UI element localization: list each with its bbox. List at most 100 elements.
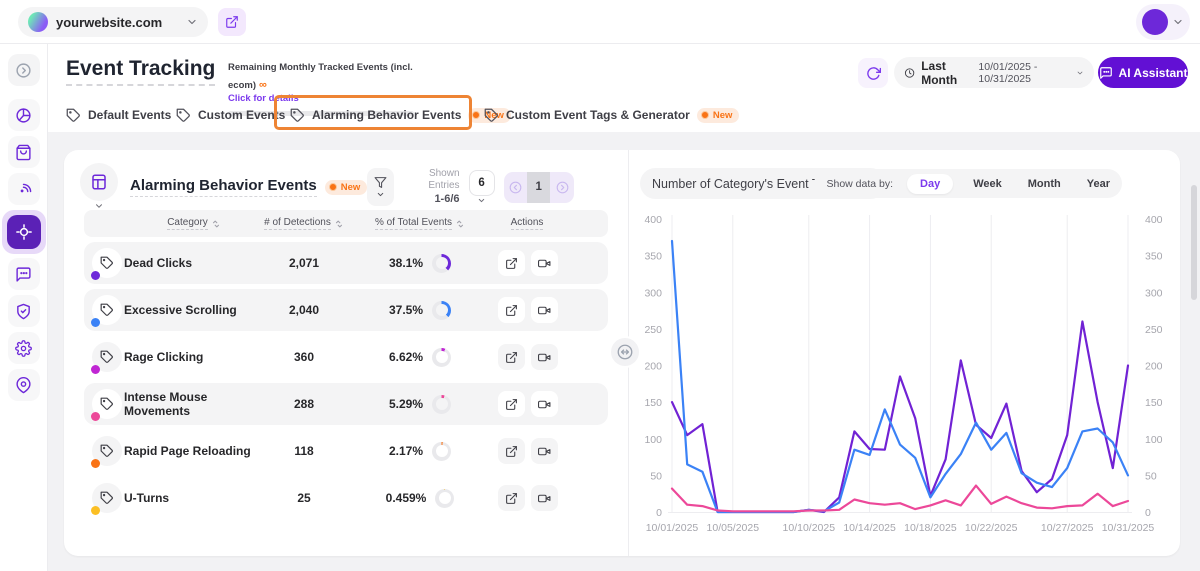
open-detections-button[interactable] <box>498 250 525 276</box>
percent-donut <box>432 395 451 414</box>
table-row[interactable]: Excessive Scrolling 2,040 37.5% <box>84 289 608 331</box>
open-site-button[interactable] <box>218 8 246 36</box>
category-name: U-Turns <box>124 491 264 505</box>
watch-recordings-button[interactable] <box>531 344 558 370</box>
y-tick-right: 250 <box>1145 324 1163 336</box>
column-percent[interactable]: % of Total Events <box>344 217 496 230</box>
panel-toggle-icon <box>15 62 32 79</box>
arrow-left-icon <box>508 180 523 195</box>
date-range-picker[interactable]: Last Month 10/01/2025 - 10/31/2025 <box>894 57 1094 88</box>
external-link-icon <box>225 15 239 29</box>
prev-page-button[interactable] <box>504 172 528 203</box>
column-category[interactable]: Category <box>124 217 264 230</box>
x-tick: 10/05/2025 <box>707 522 760 534</box>
open-detections-button[interactable] <box>498 344 525 370</box>
tab-label: Custom Event Tags & Generator <box>506 108 690 122</box>
page-size-value: 6 <box>469 170 495 196</box>
category-color-dot <box>91 271 100 280</box>
page-size-select[interactable]: 6 <box>469 170 495 205</box>
y-tick-right: 350 <box>1145 251 1163 263</box>
percent-value: 37.5% <box>389 303 423 317</box>
y-tick-left: 50 <box>650 470 662 482</box>
badge-dot-icon <box>329 183 337 191</box>
tab-custom-events[interactable]: Custom Events <box>176 99 285 131</box>
sidebar-item-privacy[interactable] <box>8 295 40 327</box>
site-selector[interactable]: yourwebsite.com <box>18 7 208 37</box>
current-page[interactable]: 1 <box>527 172 550 203</box>
next-page-button[interactable] <box>550 172 574 203</box>
granularity-year[interactable]: Year <box>1081 174 1116 194</box>
sidebar-item-panel-toggle[interactable] <box>8 54 40 86</box>
refresh-button[interactable] <box>858 58 888 88</box>
percent-donut <box>432 301 451 320</box>
watch-recordings-button[interactable] <box>531 438 558 464</box>
sidebar-item-commerce[interactable] <box>8 136 40 168</box>
account-menu[interactable] <box>1136 4 1190 40</box>
new-badge: New <box>325 180 368 195</box>
watch-recordings-button[interactable] <box>531 391 558 417</box>
x-tick: 10/27/2025 <box>1041 522 1094 534</box>
site-name: yourwebsite.com <box>56 15 178 30</box>
video-icon <box>538 492 551 505</box>
video-icon <box>538 304 551 317</box>
y-tick-left: 150 <box>644 397 662 409</box>
open-detections-button[interactable] <box>498 297 525 323</box>
sidebar-item-visitors[interactable] <box>8 369 40 401</box>
table-row[interactable]: Intense Mouse Movements 288 5.29% <box>84 383 608 425</box>
watch-recordings-button[interactable] <box>531 485 558 511</box>
watch-recordings-button[interactable] <box>531 297 558 323</box>
chart-line-dead-clicks <box>672 322 1128 513</box>
show-data-by-group: Show data by: Day Week Month Year <box>814 169 1122 198</box>
filter-button[interactable] <box>367 168 393 206</box>
page-header: Event Tracking Remaining Monthly Tracked… <box>48 44 1200 132</box>
table-row[interactable]: U-Turns 25 0.459% <box>84 477 608 519</box>
tab-label: Custom Events <box>198 108 285 122</box>
tab-custom-event-tags-generator[interactable]: Custom Event Tags & Generator New <box>484 99 739 131</box>
sidebar-item-settings[interactable] <box>8 332 40 364</box>
watch-recordings-button[interactable] <box>531 250 558 276</box>
table-row[interactable]: Rapid Page Reloading 118 2.17% <box>84 430 608 472</box>
shown-entries-value: 1-6/6 <box>403 193 460 207</box>
sidebar-item-analytics[interactable] <box>8 99 40 131</box>
sidebar-item-signals[interactable] <box>8 173 40 205</box>
granularity-month[interactable]: Month <box>1022 174 1067 194</box>
sidebar-item-feedback[interactable] <box>8 258 40 290</box>
table-view-selector[interactable] <box>80 163 118 211</box>
panel-resize-button[interactable] <box>609 336 641 368</box>
tab-label: Alarming Behavior Events <box>312 108 461 122</box>
granularity-week[interactable]: Week <box>967 174 1008 194</box>
location-icon <box>15 377 32 394</box>
ai-assistant-button[interactable]: AI Assistant <box>1098 57 1188 88</box>
tab-alarming-behavior-events[interactable]: Alarming Behavior Events New <box>290 99 511 131</box>
table-row[interactable]: Rage Clicking 360 6.62% <box>84 336 608 378</box>
percent-value: 5.29% <box>389 397 423 411</box>
external-link-icon <box>505 492 518 505</box>
chevron-down-icon <box>477 196 486 205</box>
sidebar <box>0 44 48 571</box>
y-tick-right: 100 <box>1145 434 1163 446</box>
column-detections[interactable]: # of Detections <box>264 217 344 230</box>
refresh-icon <box>866 66 881 81</box>
site-logo-icon <box>28 12 48 32</box>
percent-donut <box>435 489 454 508</box>
arrows-horizontal-icon <box>616 343 634 361</box>
detections-count: 2,040 <box>264 303 344 317</box>
table-row[interactable]: Dead Clicks 2,071 38.1% <box>84 242 608 284</box>
sidebar-item-events-active[interactable] <box>2 210 46 254</box>
open-detections-button[interactable] <box>498 391 525 417</box>
granularity-day[interactable]: Day <box>907 174 953 194</box>
y-tick-left: 100 <box>644 434 662 446</box>
y-tick-right: 200 <box>1145 361 1163 373</box>
external-link-icon <box>505 398 518 411</box>
scrollbar[interactable] <box>1191 185 1197 300</box>
tab-default-events[interactable]: Default Events <box>66 99 171 131</box>
open-detections-button[interactable] <box>498 438 525 464</box>
detections-count: 360 <box>264 350 344 364</box>
percent-donut <box>432 348 451 367</box>
x-tick: 10/22/2025 <box>965 522 1018 534</box>
tag-icon <box>66 108 81 123</box>
detections-count: 288 <box>264 397 344 411</box>
table-rows: Dead Clicks 2,071 38.1% Excessive Scroll… <box>84 242 608 524</box>
open-detections-button[interactable] <box>498 485 525 511</box>
category-name: Rapid Page Reloading <box>124 444 264 458</box>
